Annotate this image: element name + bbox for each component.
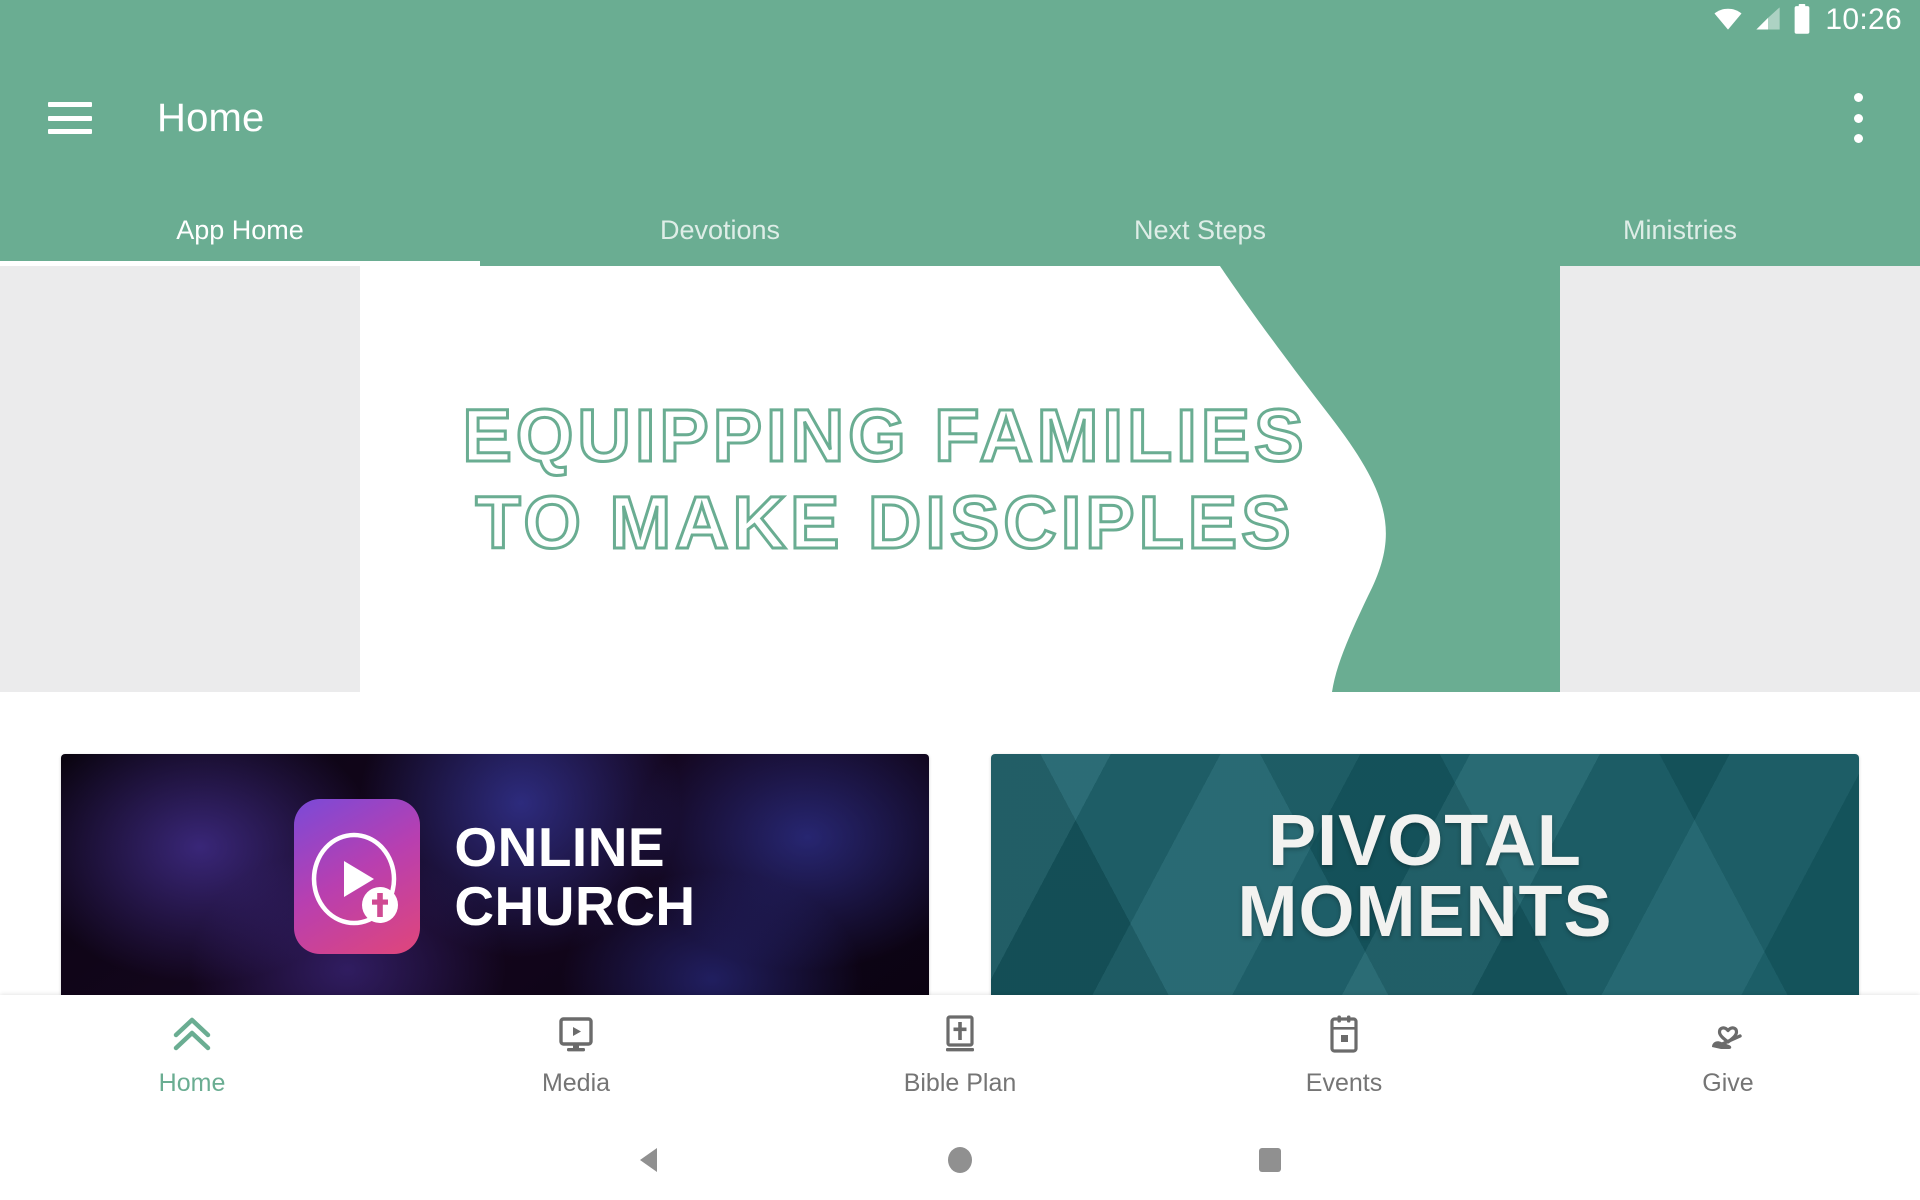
promo-line-1: ONLINE [454, 815, 666, 878]
promo-card-pivotal-moments[interactable]: PIVOTAL MOMENTS [991, 754, 1859, 995]
tab-ministries[interactable]: Ministries [1440, 194, 1920, 266]
android-home-icon[interactable] [930, 1130, 990, 1190]
hero-card[interactable]: EQUIPPING FAMILIES TO MAKE DISCIPLES [360, 266, 1560, 692]
tab-app-home[interactable]: App Home [0, 194, 480, 266]
hero-banner[interactable]: EQUIPPING FAMILIES TO MAKE DISCIPLES [0, 266, 1920, 692]
bottom-nav-label: Bible Plan [903, 1069, 1017, 1097]
bottom-nav-item-give[interactable]: Give [1536, 1013, 1920, 1098]
android-recents-icon[interactable] [1240, 1130, 1300, 1190]
battery-icon [1793, 3, 1811, 39]
overflow-menu-icon[interactable] [1841, 93, 1875, 143]
bible-book-cross-icon [942, 1013, 978, 1057]
cell-signal-icon [1754, 5, 1782, 38]
bottom-nav-item-bible-plan[interactable]: Bible Plan [768, 1013, 1152, 1098]
bottom-nav-item-media[interactable]: Media [384, 1013, 768, 1098]
bottom-nav-label: Media [541, 1069, 611, 1097]
hand-heart-icon [1707, 1013, 1749, 1057]
android-system-navigation-bar [0, 1120, 1920, 1200]
promo-line-2: CHURCH [454, 874, 696, 937]
hero-green-wave-shape [1220, 266, 1560, 692]
promo-line-1: PIVOTAL [1268, 800, 1582, 881]
play-cross-logo-icon [294, 799, 421, 954]
bottom-nav-label: Give [1702, 1069, 1754, 1097]
bottom-nav-label: Home [158, 1069, 226, 1097]
double-chevron-up-icon [170, 1013, 214, 1057]
bottom-nav-label: Events [1305, 1069, 1383, 1097]
bottom-navigation-bar: Home Media Bible Plan Events Give [0, 995, 1920, 1120]
wifi-icon [1713, 4, 1743, 39]
media-monitor-play-icon [556, 1013, 596, 1057]
app-root: 10:26 Home App Home Devotions Next Steps… [0, 0, 1920, 1200]
bottom-nav-item-home[interactable]: Home [0, 1013, 384, 1098]
tab-label: Devotions [659, 214, 781, 245]
promo-card-label: ONLINE CHURCH [454, 815, 696, 937]
tab-next-steps[interactable]: Next Steps [960, 194, 1440, 266]
promo-card-row: ONLINE CHURCH PIVOTAL MOMENTS [0, 692, 1920, 995]
promo-card-label: PIVOTAL MOMENTS [1237, 800, 1613, 952]
tab-devotions[interactable]: Devotions [480, 194, 960, 266]
tab-label: Ministries [1622, 214, 1737, 245]
android-back-icon[interactable] [620, 1130, 680, 1190]
status-bar: 10:26 [0, 0, 1920, 42]
promo-card-online-church[interactable]: ONLINE CHURCH [61, 754, 929, 995]
content-scroll-area[interactable]: EQUIPPING FAMILIES TO MAKE DISCIPLES ONL… [0, 266, 1920, 995]
app-bar: Home [0, 42, 1920, 194]
status-bar-clock: 10:26 [1825, 3, 1902, 36]
page-title: Home [157, 95, 265, 140]
hamburger-menu-icon[interactable] [48, 102, 92, 134]
tab-label: App Home [176, 214, 304, 245]
tab-label: Next Steps [1133, 214, 1267, 245]
promo-line-2: MOMENTS [1237, 871, 1613, 952]
calendar-icon [1326, 1013, 1362, 1057]
bottom-nav-item-events[interactable]: Events [1152, 1013, 1536, 1098]
tab-bar: App Home Devotions Next Steps Ministries [0, 194, 1920, 266]
